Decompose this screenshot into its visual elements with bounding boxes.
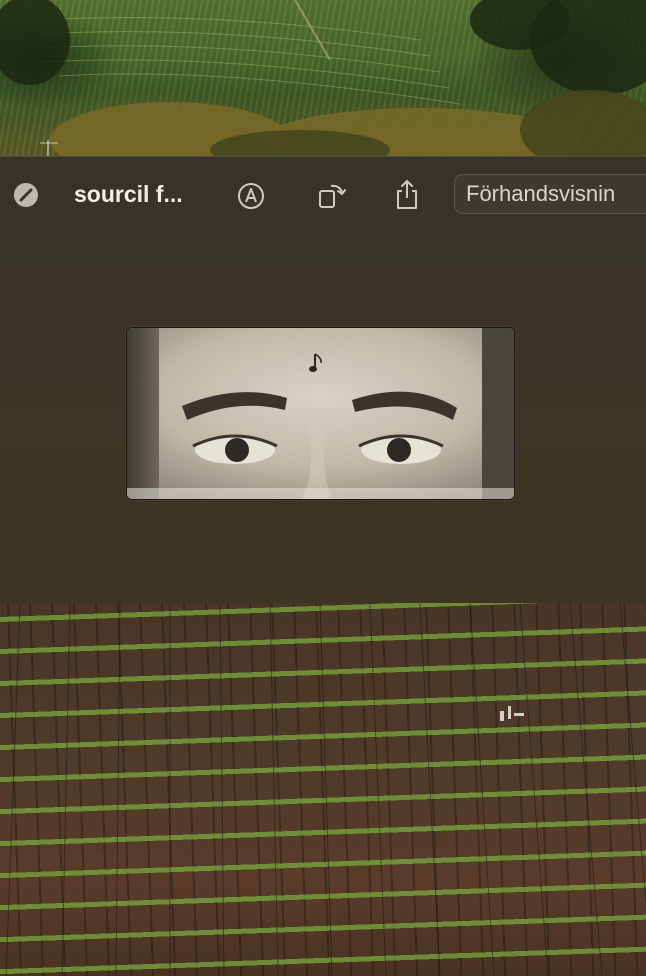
desktop-wallpaper-top xyxy=(0,0,646,156)
app-name-field[interactable]: Förhandsvisnin xyxy=(454,174,646,214)
rotate-icon[interactable] xyxy=(316,179,348,211)
document-image xyxy=(126,327,515,500)
app-name-label: Förhandsvisnin xyxy=(466,181,616,206)
share-icon[interactable] xyxy=(392,177,422,213)
desktop-wallpaper-bottom xyxy=(0,603,646,976)
markup-icon[interactable] xyxy=(236,181,266,211)
preview-window: sourcil f... Förhandsvisnin xyxy=(0,156,646,604)
window-toolbar: sourcil f... Förhandsvisnin xyxy=(0,157,646,231)
document-title: sourcil f... xyxy=(74,181,183,207)
slash-circle-icon[interactable] xyxy=(13,182,39,208)
